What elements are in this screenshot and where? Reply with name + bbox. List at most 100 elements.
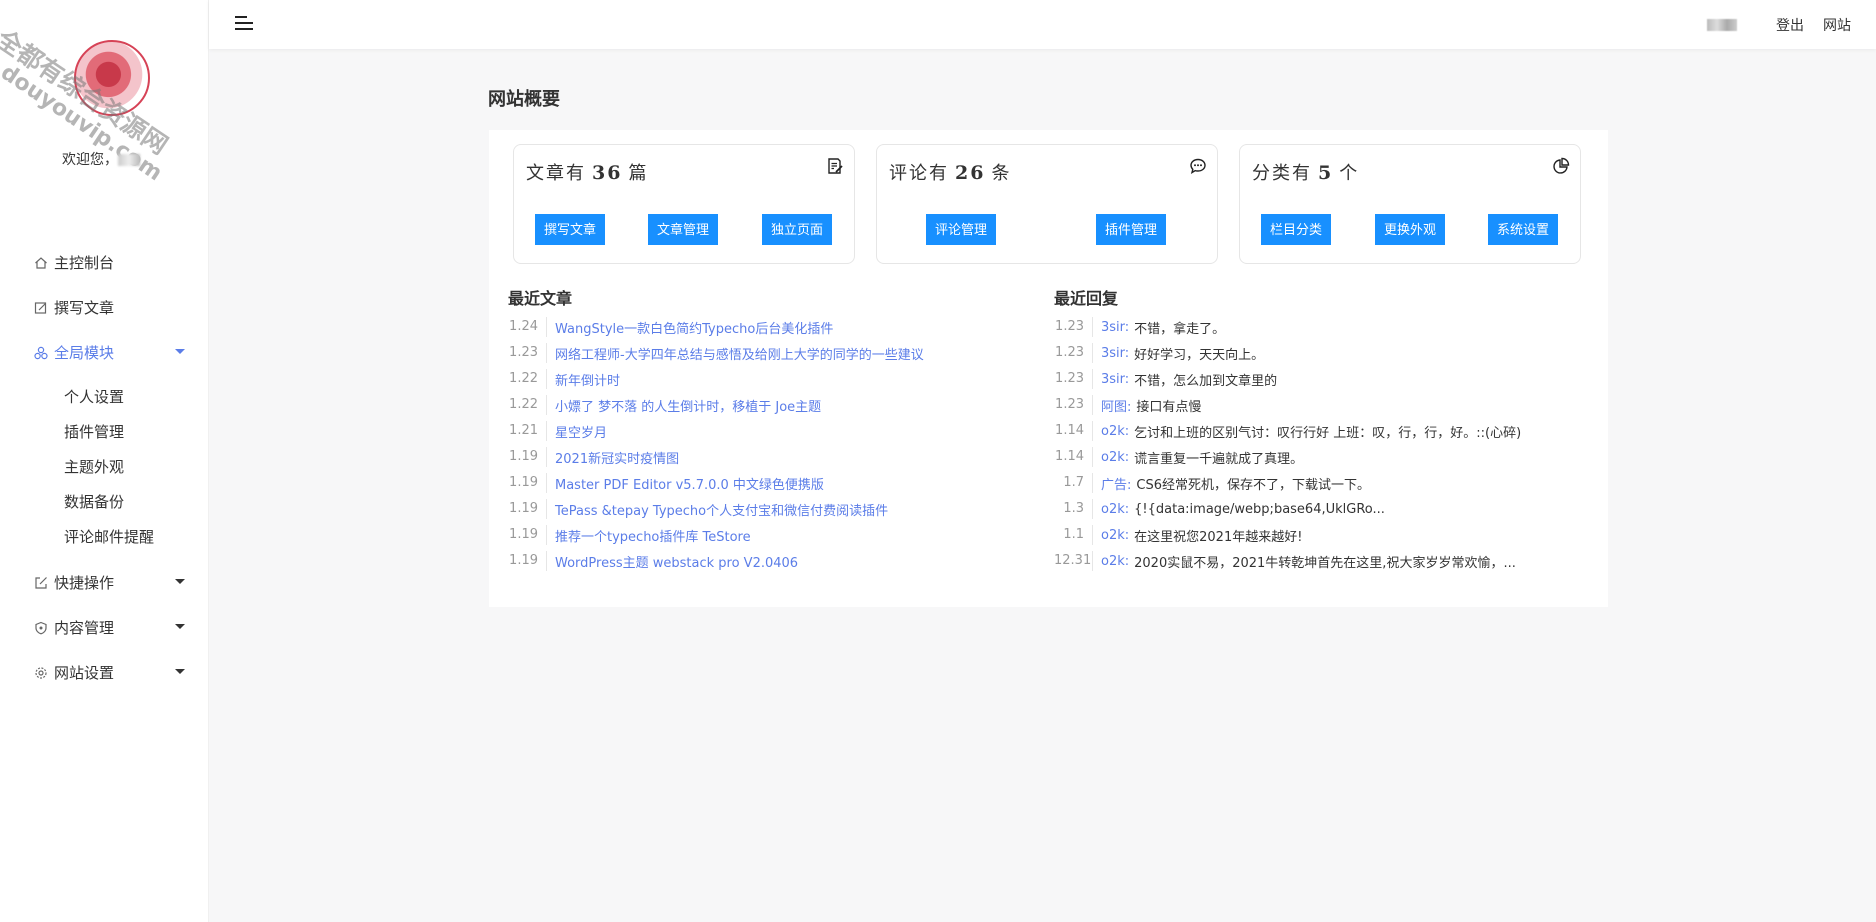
reply-text: 乞讨和上班的区别气讨：叹行行好 上班：叹，行，行，好。::(心碎)	[1134, 425, 1522, 441]
list-item: 1.14 o2k: 乞讨和上班的区别气讨：叹行行好 上班：叹，行，行，好。::(心碎…	[1054, 418, 1521, 444]
sidebar-item-site-settings[interactable]: 网站设置	[0, 650, 209, 695]
edit-icon	[34, 301, 48, 315]
list-item: 1.22 新年倒计时	[508, 366, 924, 392]
list-item: 1.23 3sir: 不错，怎么加到文章里的	[1054, 366, 1521, 392]
submenu-item-comment-mail[interactable]: 评论邮件提醒	[0, 519, 209, 554]
top-header: 登出 网站	[209, 0, 1876, 49]
post-date: 1.19	[508, 499, 547, 519]
reply-author-link[interactable]: 3sir:	[1093, 320, 1129, 335]
reply-text: 不错，怎么加到文章里的	[1134, 373, 1278, 389]
comment-count: 26	[955, 162, 986, 184]
post-date: 1.21	[508, 421, 547, 441]
stats-card-posts: 文章有 36 篇 撰写文章 文章管理 独立页面	[513, 144, 855, 264]
submenu-global-modules: 个人设置 插件管理 主题外观 数据备份 评论邮件提醒	[0, 375, 209, 560]
username-blurred[interactable]	[1707, 19, 1737, 31]
reply-author-link[interactable]: o2k:	[1093, 502, 1129, 517]
categories-button[interactable]: 栏目分类	[1261, 214, 1332, 245]
pie-chart-icon	[1552, 157, 1570, 175]
username-blurred	[118, 154, 140, 166]
list-item: 1.19 2021新冠实时疫情图	[508, 444, 924, 470]
recent-replies-list: 1.23 3sir: 不错，拿走了。 1.23 3sir: 好好学习，天天向上。 1.23 3…	[1054, 314, 1521, 574]
post-link[interactable]: 推荐一个typecho插件库 TeStore	[547, 526, 751, 545]
manage-comments-button[interactable]: 评论管理	[926, 214, 997, 245]
post-date: 1.19	[508, 525, 547, 545]
reply-author-link[interactable]: o2k:	[1093, 554, 1129, 569]
page-title: 网站概要	[488, 89, 560, 110]
reply-author-link[interactable]: 阿图:	[1093, 396, 1131, 415]
post-date: 1.19	[508, 447, 547, 467]
submenu-item-backup[interactable]: 数据备份	[0, 484, 209, 519]
sidebar-item-content[interactable]: 内容管理	[0, 605, 209, 650]
reply-author-link[interactable]: 3sir:	[1093, 372, 1129, 387]
sidebar-item-label: 主控制台	[54, 254, 115, 272]
post-link[interactable]: WangStyle一款白色简约Typecho后台美化插件	[547, 318, 833, 337]
sidebar-item-label: 撰写文章	[54, 299, 115, 317]
reply-text: 好好学习，天天向上。	[1134, 347, 1265, 363]
sidebar-nav: 主控制台 撰写文章 全局模块 个人设置 插件管理 主题外观 数据备份 评论邮件提…	[0, 240, 209, 695]
site-link[interactable]: 网站	[1823, 15, 1851, 35]
reply-text: 谎言重复一千遍就成了真理。	[1134, 451, 1304, 467]
reply-date: 12.31	[1054, 551, 1093, 571]
avatar[interactable]	[74, 40, 150, 116]
recent-posts-list: 1.24 WangStyle一款白色简约Typecho后台美化插件 1.23 网络工程…	[508, 314, 924, 574]
reply-author-link[interactable]: o2k:	[1093, 450, 1129, 465]
overview-panel: 文章有 36 篇 撰写文章 文章管理 独立页面 评论有 26 条 评论管理 插件管理 分…	[489, 130, 1608, 607]
sidebar-item-label: 快捷操作	[54, 574, 115, 592]
modules-icon	[34, 346, 48, 360]
reply-date: 1.14	[1054, 421, 1093, 441]
stats-card-title: 评论有 26 条	[889, 162, 1012, 184]
stats-card-title: 文章有 36 篇	[526, 162, 649, 184]
header-actions: 登出 网站	[1707, 15, 1851, 35]
post-link[interactable]: 星空岁月	[547, 422, 607, 441]
sidebar-item-global-modules[interactable]: 全局模块	[0, 330, 209, 375]
stats-card-comments: 评论有 26 条 评论管理 插件管理	[876, 144, 1218, 264]
gear-icon	[34, 666, 48, 680]
pages-button[interactable]: 独立页面	[762, 214, 833, 245]
reply-author-link[interactable]: o2k:	[1093, 528, 1129, 543]
post-link[interactable]: 2021新冠实时疫情图	[547, 448, 679, 467]
reply-text: 接口有点慢	[1136, 399, 1202, 415]
stats-card-categories: 分类有 5 个 栏目分类 更换外观 系统设置	[1239, 144, 1581, 264]
system-settings-button[interactable]: 系统设置	[1488, 214, 1559, 245]
post-link[interactable]: 网络工程师-大学四年总结与感悟及给刚上大学的同学的一些建议	[547, 344, 924, 363]
comment-icon	[1189, 157, 1207, 175]
sidebar-item-dashboard[interactable]: 主控制台	[0, 240, 209, 285]
reply-author-link[interactable]: 广告:	[1093, 474, 1131, 493]
category-count: 5	[1318, 162, 1334, 184]
submenu-item-profile[interactable]: 个人设置	[0, 379, 209, 414]
manage-posts-button[interactable]: 文章管理	[648, 214, 719, 245]
list-item: 1.7 广告: CS6经常死机，保存不了，下载试一下。	[1054, 470, 1521, 496]
sidebar-item-quick-actions[interactable]: 快捷操作	[0, 560, 209, 605]
logout-link[interactable]: 登出	[1776, 15, 1804, 35]
post-link[interactable]: Master PDF Editor v5.7.0.0 中文绿色便携版	[547, 474, 824, 493]
post-link[interactable]: 小嫖了 梦不落 的人生倒计时，移植于 Joe主题	[547, 396, 821, 415]
stats-card-title: 分类有 5 个	[1252, 162, 1360, 184]
submenu-item-themes[interactable]: 主题外观	[0, 449, 209, 484]
sidebar-item-label: 全局模块	[54, 344, 115, 362]
reply-text: 不错，拿走了。	[1134, 321, 1226, 337]
post-link[interactable]: WordPress主题 webstack pro V2.0406	[547, 552, 798, 571]
post-date: 1.19	[508, 473, 547, 493]
manage-plugins-button[interactable]: 插件管理	[1096, 214, 1167, 245]
submenu-item-plugins[interactable]: 插件管理	[0, 414, 209, 449]
document-edit-icon	[826, 157, 844, 175]
post-link[interactable]: TePass &tepay Typecho个人支付宝和微信付费阅读插件	[547, 500, 888, 519]
reply-date: 1.23	[1054, 369, 1093, 389]
change-theme-button[interactable]: 更换外观	[1375, 214, 1446, 245]
reply-date: 1.23	[1054, 395, 1093, 415]
list-item: 1.23 3sir: 不错，拿走了。	[1054, 314, 1521, 340]
write-post-button[interactable]: 撰写文章	[535, 214, 606, 245]
reply-date: 1.14	[1054, 447, 1093, 467]
welcome-text: 欢迎您，	[62, 149, 140, 169]
reply-date: 1.23	[1054, 317, 1093, 337]
list-item: 1.23 网络工程师-大学四年总结与感悟及给刚上大学的同学的一些建议	[508, 340, 924, 366]
list-item: 1.24 WangStyle一款白色简约Typecho后台美化插件	[508, 314, 924, 340]
sidebar-item-write-post[interactable]: 撰写文章	[0, 285, 209, 330]
reply-date: 1.23	[1054, 343, 1093, 363]
reply-author-link[interactable]: o2k:	[1093, 424, 1129, 439]
post-link[interactable]: 新年倒计时	[547, 370, 620, 389]
list-item: 1.22 小嫖了 梦不落 的人生倒计时，移植于 Joe主题	[508, 392, 924, 418]
chevron-down-icon	[175, 349, 185, 354]
reply-author-link[interactable]: 3sir:	[1093, 346, 1129, 361]
menu-toggle-icon[interactable]	[235, 16, 255, 32]
